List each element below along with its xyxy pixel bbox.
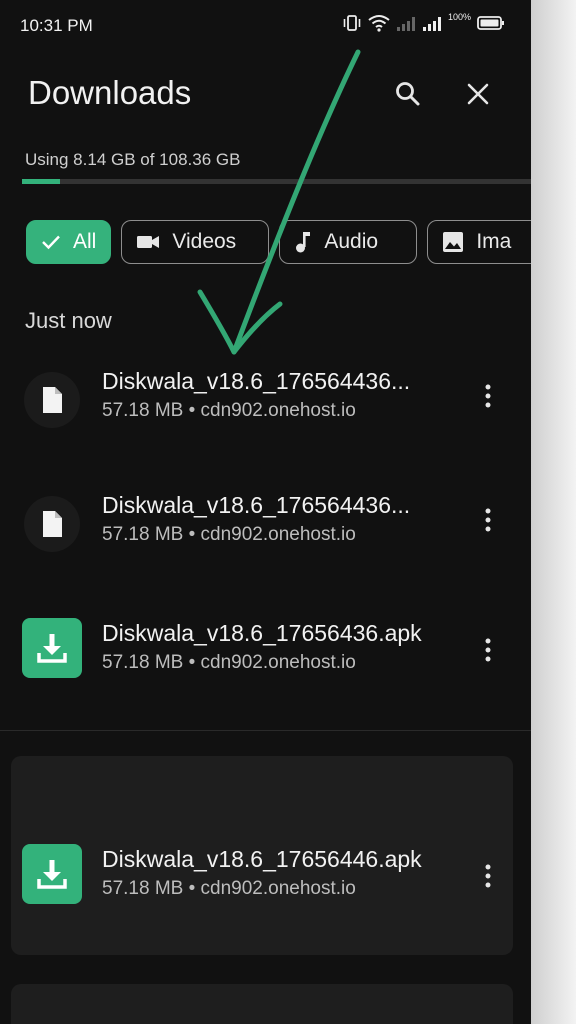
chip-videos-label: Videos	[172, 230, 237, 253]
more-options-button[interactable]	[474, 502, 502, 538]
status-bar: 10:31 PM 100%	[0, 0, 531, 50]
music-note-icon	[296, 232, 311, 253]
background-edge	[531, 0, 576, 1024]
chip-images[interactable]: Ima	[427, 220, 531, 264]
status-time: 10:31 PM	[20, 16, 93, 35]
filter-chips: All Videos Audio Ima	[26, 220, 531, 264]
wifi-icon	[368, 15, 390, 32]
vibrate-icon	[343, 15, 361, 31]
download-icon-container	[22, 618, 82, 678]
page-title: Downloads	[28, 74, 192, 111]
storage-progress-bar	[22, 179, 531, 184]
annotation-arrow	[197, 49, 361, 355]
chip-images-label: Ima	[476, 230, 512, 253]
file-icon	[43, 511, 62, 537]
download-item[interactable]: Diskwala_v18.6_17656436.apk 57.18 MB • c…	[0, 616, 531, 686]
download-icon	[37, 860, 67, 889]
download-item-name: Diskwala_v18.6_17656436.apk	[102, 620, 422, 646]
download-item-name: Diskwala_v18.6_17656446.apk	[102, 846, 422, 872]
download-icon	[37, 634, 67, 663]
search-icon	[396, 82, 420, 106]
download-item-meta: 57.18 MB • cdn902.onehost.io	[102, 878, 356, 899]
download-card-partial	[11, 984, 513, 1024]
signal-icon-2	[422, 17, 441, 31]
more-vert-icon	[485, 864, 491, 888]
storage-progress-fill	[22, 179, 61, 184]
download-item-meta: 57.18 MB • cdn902.onehost.io	[102, 652, 356, 673]
download-item-meta: 57.18 MB • cdn902.onehost.io	[102, 400, 356, 421]
chip-all[interactable]: All	[26, 220, 112, 264]
chip-videos[interactable]: Videos	[121, 220, 270, 264]
chip-audio[interactable]: Audio	[279, 220, 418, 264]
more-vert-icon	[485, 508, 491, 532]
more-options-button[interactable]	[474, 632, 502, 668]
close-button[interactable]	[460, 76, 496, 112]
download-icon-container	[22, 844, 82, 904]
search-button[interactable]	[390, 76, 426, 112]
download-item[interactable]: Diskwala_v18.6_17656446.apk 57.18 MB • c…	[0, 842, 531, 912]
file-icon-container	[24, 372, 80, 428]
battery-percent: 100%	[447, 12, 471, 22]
file-icon	[43, 387, 62, 413]
download-item[interactable]: Diskwala_v18.6_176564436... 57.18 MB • c…	[0, 488, 531, 558]
storage-usage-text: Using 8.14 GB of 108.36 GB	[25, 150, 241, 169]
image-icon	[443, 232, 464, 252]
section-divider	[0, 730, 531, 731]
more-options-button[interactable]	[474, 858, 502, 894]
download-item-name: Diskwala_v18.6_176564436...	[102, 368, 411, 394]
download-item-meta: 57.18 MB • cdn902.onehost.io	[102, 524, 356, 545]
download-item-name: Diskwala_v18.6_176564436...	[102, 492, 411, 518]
downloads-screen: 10:31 PM 100% Downloads Using 8.14 GB of…	[0, 0, 531, 1024]
signal-icon	[396, 17, 415, 31]
more-vert-icon	[485, 384, 491, 408]
status-icons: 100%	[342, 12, 505, 32]
video-icon	[137, 236, 160, 248]
download-item[interactable]: Diskwala_v18.6_176564436... 57.18 MB • c…	[0, 364, 531, 434]
chip-all-label: All	[73, 230, 97, 253]
file-icon-container	[24, 496, 80, 552]
more-vert-icon	[485, 638, 491, 662]
battery-icon	[477, 16, 504, 30]
more-options-button[interactable]	[474, 378, 502, 414]
section-label: Just now	[25, 308, 112, 333]
close-icon	[467, 83, 489, 105]
check-icon	[42, 235, 60, 250]
chip-audio-label: Audio	[324, 230, 379, 253]
